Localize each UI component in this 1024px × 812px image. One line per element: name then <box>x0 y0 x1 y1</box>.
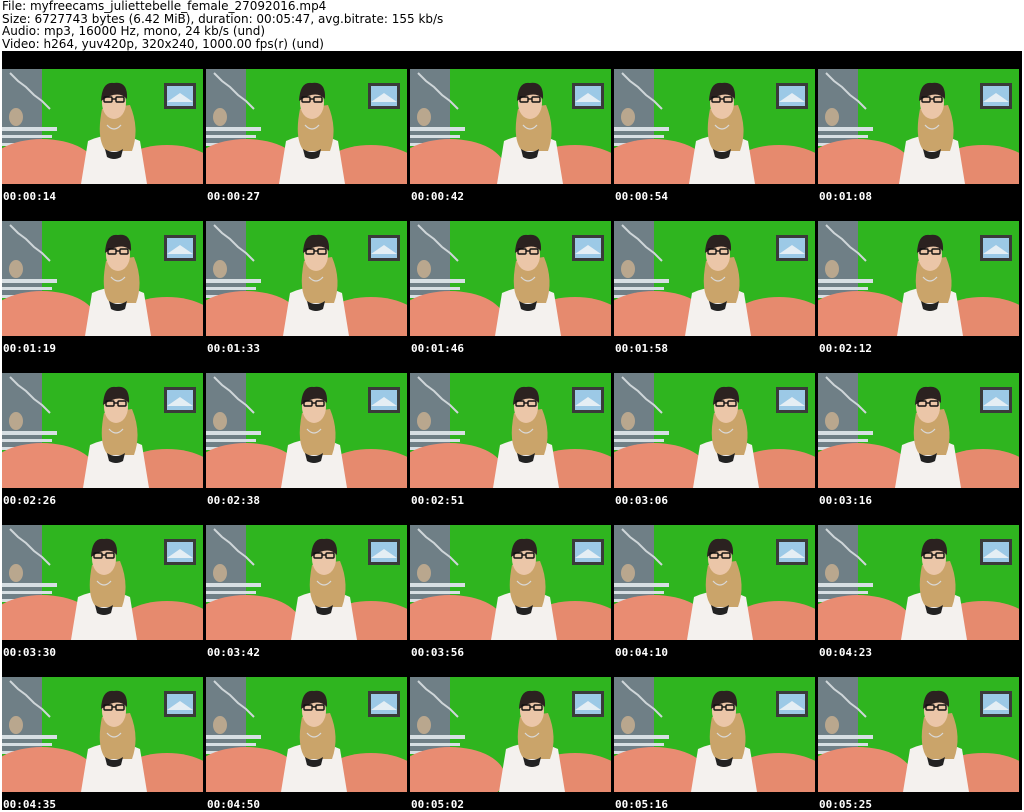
video-frame-thumbnail <box>410 677 611 792</box>
video-frame-thumbnail <box>206 69 407 184</box>
video-frame-thumbnail <box>614 373 815 488</box>
frame-timestamp: 00:00:42 <box>411 190 464 203</box>
frame-timestamp: 00:00:54 <box>615 190 668 203</box>
video-frame-thumbnail <box>410 221 611 336</box>
frame-timestamp: 00:02:51 <box>411 494 464 507</box>
audio-info-line: Audio: mp3, 16000 Hz, mono, 24 kb/s (und… <box>2 24 266 38</box>
video-frame-thumbnail <box>818 221 1019 336</box>
video-frame-thumbnail <box>614 525 815 640</box>
video-frame-thumbnail <box>2 677 203 792</box>
frame-timestamp: 00:02:12 <box>819 342 872 355</box>
video-frame-thumbnail <box>614 221 815 336</box>
video-frame-thumbnail <box>410 69 611 184</box>
frame-timestamp: 00:03:42 <box>207 646 260 659</box>
video-info-line: Video: h264, yuv420p, 320x240, 1000.00 f… <box>2 36 324 51</box>
video-frame-thumbnail <box>614 677 815 792</box>
video-frame-thumbnail <box>818 69 1019 184</box>
video-frame-thumbnail <box>2 69 203 184</box>
frame-timestamp: 00:01:33 <box>207 342 260 355</box>
frame-timestamp: 00:03:16 <box>819 494 872 507</box>
video-frame-thumbnail <box>2 221 203 336</box>
video-frame-thumbnail <box>818 677 1019 792</box>
frame-timestamp: 00:01:46 <box>411 342 464 355</box>
video-frame-thumbnail <box>2 525 203 640</box>
video-frame-thumbnail <box>410 525 611 640</box>
video-frame-thumbnail <box>206 221 407 336</box>
frame-timestamp: 00:05:16 <box>615 798 668 811</box>
video-frame-thumbnail <box>410 373 611 488</box>
frame-timestamp: 00:02:38 <box>207 494 260 507</box>
frame-timestamp: 00:01:58 <box>615 342 668 355</box>
frame-timestamp: 00:03:30 <box>3 646 56 659</box>
video-frame-thumbnail <box>206 373 407 488</box>
frame-timestamp: 00:04:35 <box>3 798 56 811</box>
frame-timestamp: 00:05:02 <box>411 798 464 811</box>
frame-timestamp: 00:01:19 <box>3 342 56 355</box>
frame-timestamp: 00:00:14 <box>3 190 56 203</box>
thumbnail-grid: 00:00:14 00:00:27 00:00:42 00:00:54 00:0… <box>2 51 1022 811</box>
video-frame-thumbnail <box>818 525 1019 640</box>
frame-timestamp: 00:04:10 <box>615 646 668 659</box>
frame-timestamp: 00:04:50 <box>207 798 260 811</box>
video-frame-thumbnail <box>818 373 1019 488</box>
frame-timestamp: 00:02:26 <box>3 494 56 507</box>
video-frame-thumbnail <box>2 373 203 488</box>
frame-timestamp: 00:03:56 <box>411 646 464 659</box>
file-name-line: File: myfreecams_juliettebelle_female_27… <box>2 0 327 13</box>
file-info-header: File: myfreecams_juliettebelle_female_27… <box>2 0 1022 50</box>
video-frame-thumbnail <box>614 69 815 184</box>
video-frame-thumbnail <box>206 525 407 640</box>
frame-timestamp: 00:04:23 <box>819 646 872 659</box>
frame-timestamp: 00:01:08 <box>819 190 872 203</box>
video-frame-thumbnail <box>206 677 407 792</box>
frame-timestamp: 00:03:06 <box>615 494 668 507</box>
frame-timestamp: 00:00:27 <box>207 190 260 203</box>
frame-timestamp: 00:05:25 <box>819 798 872 811</box>
